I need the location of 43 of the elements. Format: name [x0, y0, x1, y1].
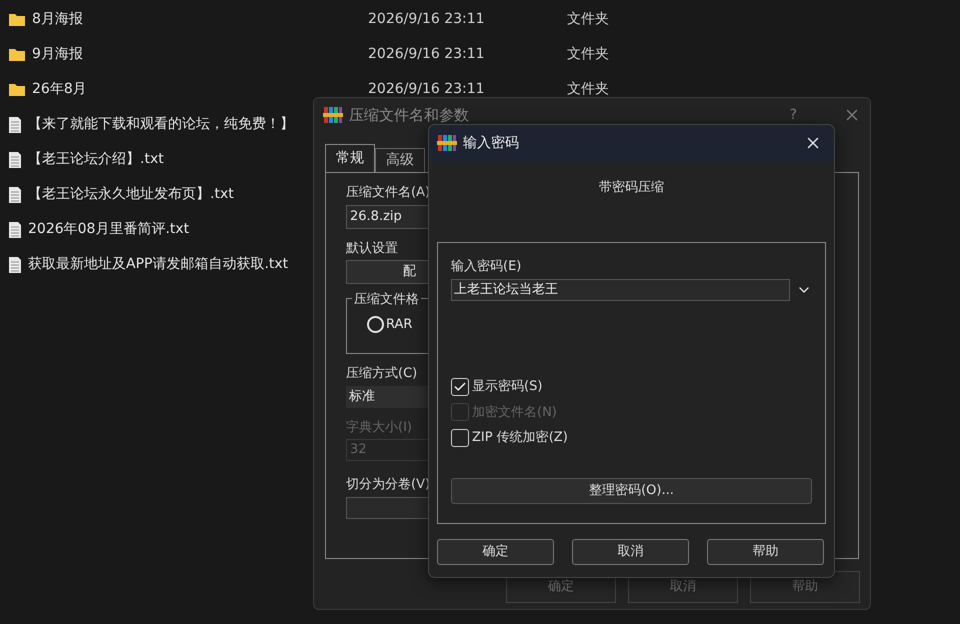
file-type: 文件夹	[567, 80, 609, 99]
file-name[interactable]: 8月海报	[32, 9, 83, 30]
document-icon	[8, 150, 22, 168]
dialog-button[interactable]: 确定	[437, 538, 554, 564]
file-name[interactable]: 9月海报	[32, 44, 83, 65]
document-icon	[8, 220, 22, 238]
folder-icon	[8, 82, 26, 97]
dialog-heading: 带密码压缩	[599, 179, 664, 197]
checkbox-label: 加密文件名(N)	[472, 404, 557, 422]
file-name[interactable]: 【老王论坛永久地址发布页】.txt	[28, 184, 234, 205]
tab[interactable]: 高级	[375, 148, 425, 172]
folder-icon	[8, 47, 26, 62]
help-button[interactable]: ?	[790, 104, 797, 126]
field-label: 字典大小(I)	[346, 418, 412, 436]
checkbox-label: 显示密码(S)	[472, 378, 542, 396]
field-label: 压缩方式(C)	[346, 365, 418, 383]
file-type: 文件夹	[567, 45, 609, 64]
window-title: 压缩文件名和参数	[349, 104, 469, 126]
document-icon	[8, 256, 22, 274]
file-name[interactable]: 获取最新地址及APP请发邮箱自动获取.txt	[28, 254, 288, 275]
folder-icon	[8, 12, 26, 27]
file-type: 文件夹	[567, 10, 609, 29]
tab[interactable]: 常规	[325, 144, 375, 172]
modified-date: 2026/9/16 23:11	[368, 10, 486, 29]
dialog-button[interactable]: 帮助	[707, 538, 824, 564]
document-icon	[8, 186, 22, 204]
file-name[interactable]: 【来了就能下载和观看的论坛，纯免费！】	[28, 114, 294, 135]
file-name[interactable]: 【老王论坛介绍】.txt	[28, 149, 164, 170]
window-title: 输入密码	[463, 134, 519, 152]
archive-app-icon	[323, 106, 343, 124]
radio-label: RAR	[386, 316, 412, 334]
modified-date: 2026/9/16 23:11	[368, 80, 486, 99]
archive-app-icon	[437, 134, 457, 152]
radio-button[interactable]	[367, 316, 384, 334]
organize-passwords-button[interactable]: 整理密码(O)...	[451, 478, 812, 504]
file-name[interactable]: 26年8月	[32, 79, 87, 100]
password-field[interactable]: 上老王论坛当老王	[451, 279, 790, 301]
checkbox-label: ZIP 传统加密(Z)	[472, 429, 568, 447]
document-icon	[8, 116, 22, 134]
field-label: 默认设置	[346, 240, 398, 258]
file-name[interactable]: 2026年08月里番简评.txt	[28, 219, 190, 240]
modified-date: 2026/9/16 23:11	[368, 45, 486, 64]
dialog-button[interactable]: 取消	[572, 538, 689, 564]
